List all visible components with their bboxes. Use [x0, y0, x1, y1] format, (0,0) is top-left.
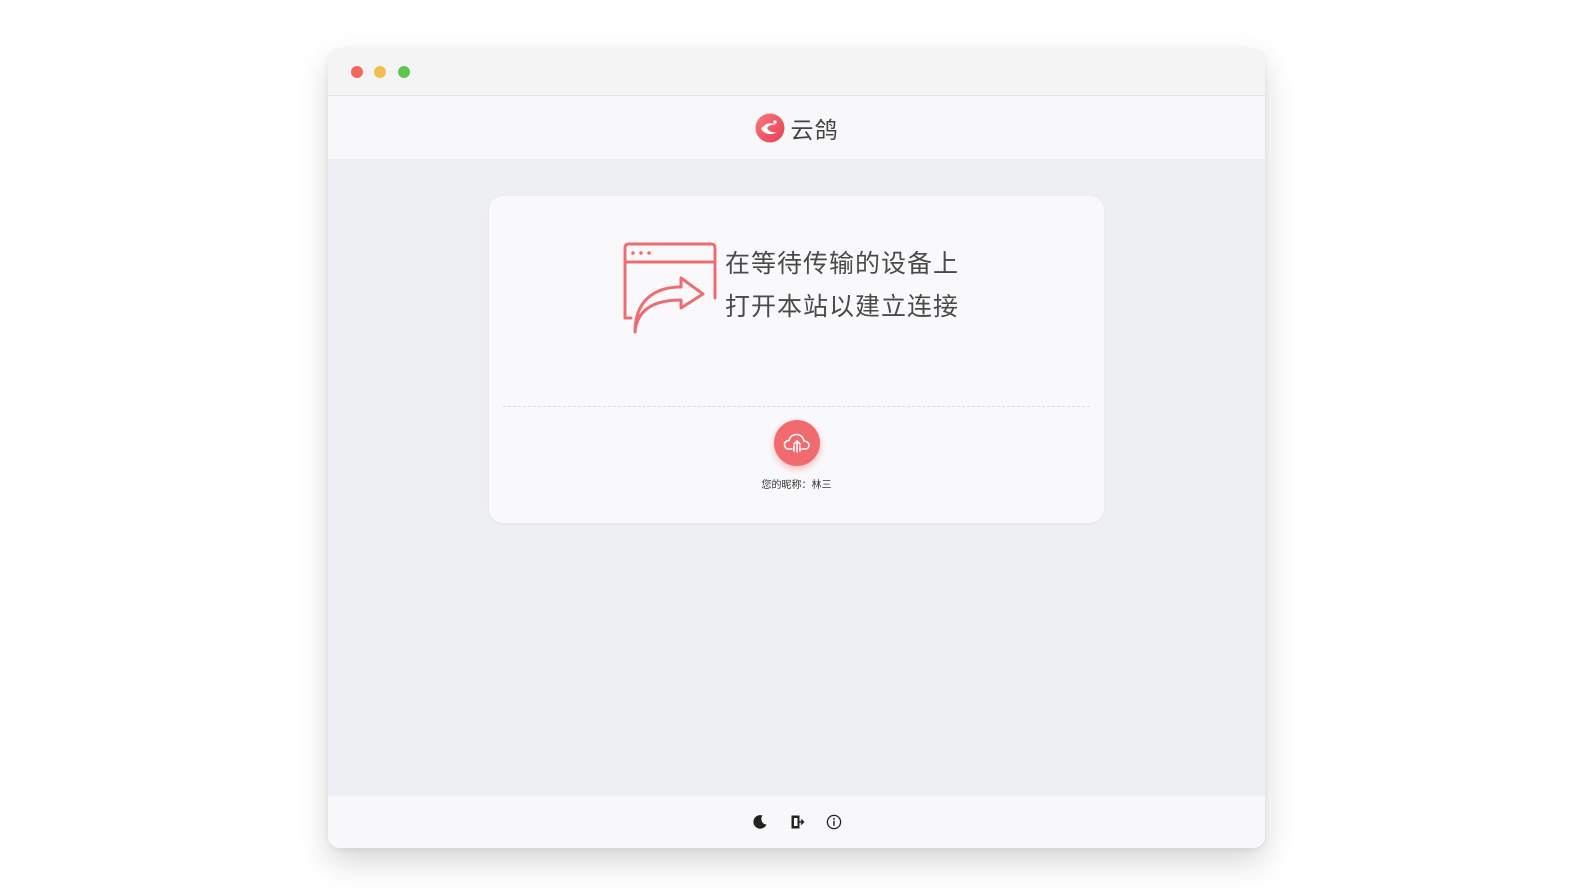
- moon-icon: [752, 815, 766, 829]
- minimize-window-button[interactable]: [374, 66, 386, 78]
- title-bar: [328, 48, 1265, 96]
- connection-hint: 在等待传输的设备上 打开本站以建立连接: [623, 242, 959, 336]
- dove-logo-icon: [755, 113, 784, 142]
- info-icon: [826, 814, 841, 830]
- browser-share-icon: [623, 242, 717, 334]
- dashed-divider: [503, 406, 1090, 407]
- cloud-upload-icon: [783, 433, 810, 453]
- nickname-value: 林三: [811, 480, 832, 491]
- footer-toolbar: [328, 796, 1265, 848]
- main-area: 在等待传输的设备上 打开本站以建立连接 您的昵称：林三: [328, 159, 1265, 796]
- app-header: 云鸽: [328, 96, 1265, 159]
- app-window: 云鸽 在等待传输的设备上 打开本站以建立连接 您的昵称：林三: [328, 48, 1265, 848]
- connection-card: 在等待传输的设备上 打开本站以建立连接 您的昵称：林三: [489, 196, 1104, 523]
- hint-line-2: 打开本站以建立连接: [725, 292, 960, 321]
- my-device-avatar[interactable]: [774, 420, 820, 466]
- hint-line-1: 在等待传输的设备上: [725, 249, 960, 278]
- exit-button[interactable]: [788, 813, 806, 831]
- maximize-window-button[interactable]: [398, 66, 410, 78]
- exit-icon: [791, 815, 804, 829]
- nickname-label: 您的昵称：: [761, 480, 812, 491]
- close-window-button[interactable]: [351, 66, 363, 78]
- nickname: 您的昵称：林三: [489, 476, 1104, 491]
- theme-toggle-button[interactable]: [751, 813, 769, 831]
- info-button[interactable]: [825, 813, 843, 831]
- app-name: 云鸽: [790, 117, 839, 144]
- brand: 云鸽: [755, 111, 839, 145]
- hint-text: 在等待传输的设备上 打开本站以建立连接: [725, 242, 959, 328]
